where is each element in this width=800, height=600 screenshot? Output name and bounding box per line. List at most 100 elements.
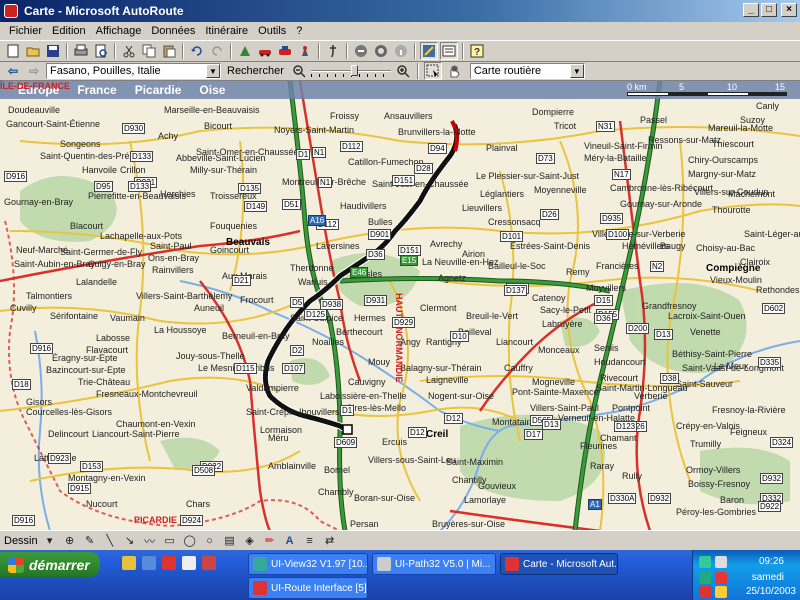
town-label[interactable]: Breuil-le-Vert (466, 311, 518, 321)
town-label[interactable]: Baugy (660, 241, 686, 251)
town-label[interactable]: Vieux-Moulin (710, 275, 762, 285)
town-label[interactable]: Thourotte (712, 205, 751, 215)
menu-outils[interactable]: Outils (253, 25, 291, 37)
town-label[interactable]: Cauvigny (348, 377, 386, 387)
town-label[interactable]: Mogneville (532, 377, 575, 387)
town-label[interactable]: Rully (622, 471, 642, 481)
town-label[interactable]: Machemont (728, 189, 775, 199)
town-label[interactable]: Marseille-en-Beauvaisis (164, 105, 260, 115)
town-label[interactable]: Saint-Omer-en-Chaussée (196, 147, 299, 157)
town-label[interactable]: Persan (350, 519, 379, 529)
town-label[interactable]: Francières (596, 261, 639, 271)
town-label[interactable]: Lamorlaye (464, 495, 506, 505)
town-label[interactable]: Venette (690, 327, 721, 337)
menu-fichier[interactable]: Fichier (4, 25, 47, 37)
pushpin-icon[interactable] (324, 42, 342, 60)
maximize-button[interactable]: □ (761, 3, 777, 17)
town-label[interactable]: Baron (720, 495, 744, 505)
breadcrumb-oise[interactable]: Oise (199, 83, 225, 97)
route-start-icon[interactable] (236, 42, 254, 60)
tray-icon[interactable] (715, 586, 727, 598)
town-label[interactable]: Lalandelle (76, 277, 117, 287)
map-view[interactable]: Europe France Picardie Oise 0 km 5 10 15… (0, 80, 800, 530)
zoom-slider-thumb[interactable] (350, 65, 358, 76)
chevron-down-icon[interactable]: ▼ (206, 64, 220, 78)
route-planner-icon[interactable] (420, 42, 438, 60)
app-icon[interactable] (4, 4, 18, 18)
town-label[interactable]: Villers-Saint-Paul (530, 403, 599, 413)
town-label[interactable]: Gouvieux (478, 481, 516, 491)
town-label[interactable]: Warluis (298, 277, 328, 287)
town-label[interactable]: Berthecourt (336, 327, 383, 337)
town-label[interactable]: Fresnoy-la-Rivière (712, 405, 786, 415)
stop-icon[interactable] (372, 42, 390, 60)
town-label[interactable]: Bicourt (204, 121, 232, 131)
quicklaunch-icon[interactable] (142, 556, 156, 570)
town-label[interactable]: Grandfresnoy (642, 301, 697, 311)
town-label[interactable]: Raray (590, 461, 614, 471)
town-label[interactable]: Laigneville (426, 375, 469, 385)
town-label[interactable]: Lieuvillers (462, 203, 502, 213)
quicklaunch-icon[interactable] (122, 556, 136, 570)
town-label[interactable]: Gancourt-Saint-Étienne (6, 119, 100, 129)
car-icon[interactable] (256, 42, 274, 60)
town-label[interactable]: Chars (186, 499, 210, 509)
menu-itineraire[interactable]: Itinéraire (200, 25, 253, 37)
town-label[interactable]: Méru (268, 433, 289, 443)
town-label[interactable]: Saint-Léger-aux-Bois (744, 229, 800, 239)
quicklaunch-icon[interactable] (162, 556, 176, 570)
print-preview-icon[interactable] (92, 42, 110, 60)
town-label[interactable]: Saint-Quentin-des-Prés (40, 151, 134, 161)
town-label[interactable]: Frocourt (240, 295, 274, 305)
town-label[interactable]: Clermont (420, 303, 457, 313)
forward-arrow-icon[interactable]: ⇨ (25, 63, 43, 79)
town-label[interactable]: Crépy-en-Valois (676, 421, 740, 431)
zoom-in-icon[interactable] (394, 62, 412, 80)
town-label[interactable]: Éragny-sur-Epte (52, 353, 118, 363)
town-label[interactable]: Haudivillers (340, 201, 387, 211)
city-label[interactable]: Creil (426, 429, 448, 440)
town-label[interactable]: Ormoy-Villers (686, 465, 740, 475)
town-label[interactable]: Labosse (96, 333, 130, 343)
quicklaunch-icon[interactable] (202, 556, 216, 570)
town-label[interactable]: Neuf-Marché (16, 245, 68, 255)
copy-icon[interactable] (140, 42, 158, 60)
breadcrumb-france[interactable]: France (77, 83, 116, 97)
quicklaunch-icon[interactable] (182, 556, 196, 570)
town-label[interactable]: Trumilly (690, 439, 721, 449)
town-label[interactable]: Remy (566, 267, 590, 277)
zoom-out-icon[interactable] (290, 62, 308, 80)
help-icon[interactable]: ? (468, 42, 486, 60)
town-label[interactable]: Pont-Sainte-Maxence (512, 387, 599, 397)
town-label[interactable]: Rivecourt (600, 373, 638, 383)
menu-edition[interactable]: Edition (47, 25, 91, 37)
town-label[interactable]: Fresneaux-Montchevreuil (96, 389, 198, 399)
town-label[interactable]: Ons-en-Bray (148, 253, 199, 263)
town-label[interactable]: Gournay-en-Bray (4, 197, 73, 207)
tray-icon[interactable] (715, 556, 727, 568)
town-label[interactable]: Houdancourt (594, 357, 646, 367)
town-label[interactable]: Agnetz (438, 273, 466, 283)
breadcrumb-picardie[interactable]: Picardie (135, 83, 182, 97)
town-label[interactable]: Ansauvillers (384, 111, 433, 121)
fill-color-icon[interactable]: ◈ (242, 533, 258, 549)
town-label[interactable]: Saint-Crépin-Ibouvillers (246, 407, 340, 417)
town-label[interactable]: Laversines (316, 241, 360, 251)
info-icon[interactable] (392, 42, 410, 60)
vehicle-settings-icon[interactable] (276, 42, 294, 60)
town-label[interactable]: Songeons (60, 139, 101, 149)
town-label[interactable]: Saint-Just-en-Chaussée (372, 179, 469, 189)
town-label[interactable]: Delincourt (48, 429, 89, 439)
rectangle-icon[interactable]: ▭ (162, 533, 178, 549)
new-file-icon[interactable] (4, 42, 22, 60)
town-label[interactable]: Catillon-Fumechon (348, 157, 424, 167)
town-label[interactable]: Catenoy (532, 293, 566, 303)
town-label[interactable]: Nucourt (86, 499, 118, 509)
town-label[interactable]: Balagny-sur-Thérain (400, 363, 482, 373)
pushpin-icon[interactable]: ⊕ (62, 533, 78, 549)
town-label[interactable]: Bruyères-sur-Oise (432, 519, 505, 529)
close-button[interactable]: × (781, 3, 797, 17)
oval-icon[interactable]: ◯ (182, 533, 198, 549)
print-icon[interactable] (72, 42, 90, 60)
town-label[interactable]: Péroy-les-Gombries (676, 507, 756, 517)
